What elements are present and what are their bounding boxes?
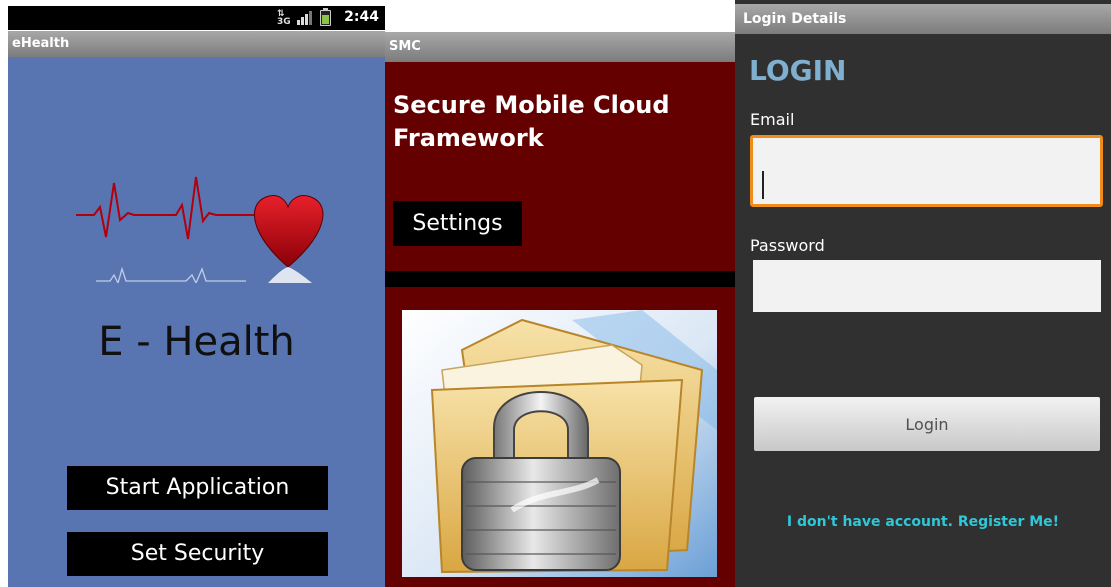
framework-headline: Secure Mobile Cloud Framework bbox=[393, 91, 670, 152]
status-bar: ⇅ 3G 2:44 bbox=[8, 6, 385, 30]
heartbeat-heart-icon bbox=[76, 176, 324, 283]
register-link[interactable]: I don't have account. Register Me! bbox=[735, 514, 1111, 530]
email-field[interactable] bbox=[750, 135, 1103, 207]
app-title: eHealth bbox=[8, 31, 385, 57]
ehealth-content: E - Health Start Application Set Securit… bbox=[8, 57, 385, 587]
set-security-button[interactable]: Set Security bbox=[67, 532, 328, 576]
smc-header-section: Secure Mobile Cloud Framework Settings bbox=[385, 62, 735, 271]
ehealth-screen: ⇅ 3G 2:44 eHealth E - Health Start Applic… bbox=[8, 0, 385, 587]
locked-folder-icon bbox=[402, 310, 717, 577]
3g-network-icon: ⇅ 3G bbox=[277, 9, 291, 27]
login-heading: LOGIN bbox=[749, 54, 847, 87]
app-title: SMC bbox=[385, 32, 735, 62]
signal-icon bbox=[297, 11, 312, 25]
settings-button[interactable]: Settings bbox=[393, 201, 522, 246]
login-button[interactable]: Login bbox=[754, 397, 1100, 451]
text-cursor bbox=[762, 171, 764, 199]
smc-screen: SMC Secure Mobile Cloud Framework Settin… bbox=[385, 0, 735, 587]
app-name: E - Health bbox=[98, 319, 295, 365]
login-screen: Login Details LOGIN Email Password Login… bbox=[735, 0, 1111, 587]
start-application-button[interactable]: Start Application bbox=[67, 466, 328, 510]
email-label: Email bbox=[750, 110, 795, 129]
section-divider bbox=[385, 271, 735, 287]
password-field[interactable] bbox=[753, 260, 1101, 312]
password-label: Password bbox=[750, 236, 825, 255]
status-time: 2:44 bbox=[344, 9, 379, 25]
smc-image-section bbox=[385, 287, 735, 587]
app-title: Login Details bbox=[735, 4, 1111, 34]
battery-charging-icon bbox=[320, 8, 331, 26]
status-icons: ⇅ 3G bbox=[277, 8, 331, 27]
